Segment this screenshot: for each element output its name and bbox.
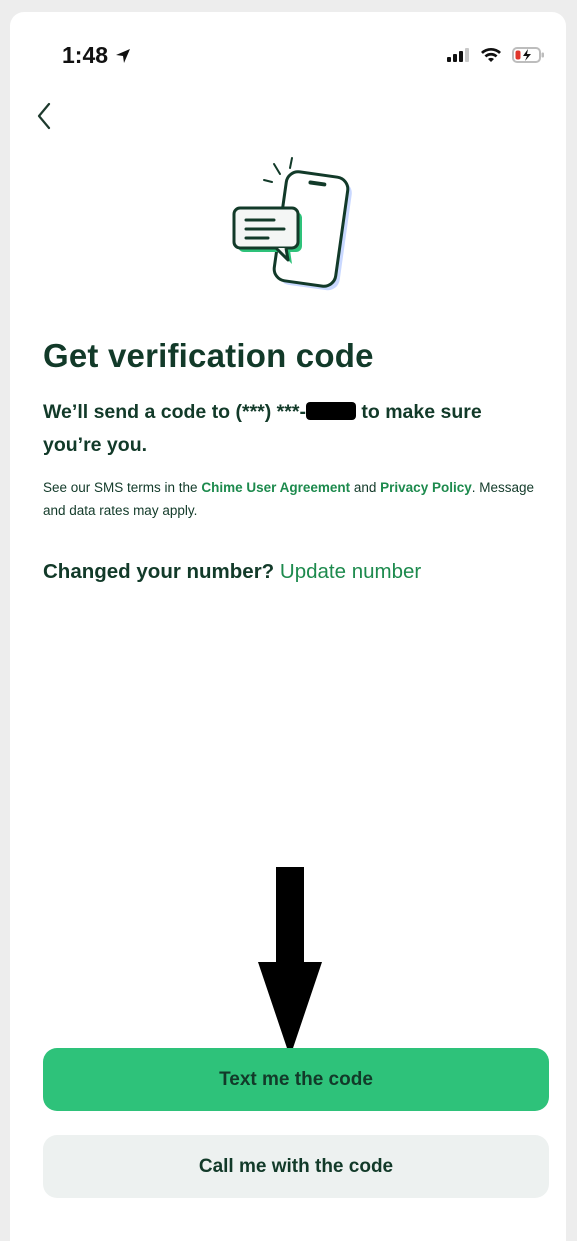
legal-and: and [350, 480, 381, 495]
changed-number-label: Changed your number? [43, 560, 280, 583]
app-screen: 1:48 Get verification code We’ll send a … [10, 12, 566, 1241]
chime-user-agreement-link[interactable]: Chime User Agreement [201, 480, 350, 495]
call-me-code-button[interactable]: Call me with the code [43, 1135, 549, 1198]
page-title: Get verification code [43, 337, 374, 374]
battery-charging-icon [512, 47, 544, 63]
location-arrow-icon [116, 48, 131, 63]
status-time: 1:48 [62, 42, 109, 68]
text-me-code-button[interactable]: Text me the code [43, 1048, 549, 1111]
subtitle-prefix: We’ll send a code to (***) ***- [43, 401, 306, 423]
text-me-code-label: Text me the code [219, 1068, 373, 1090]
sms-terms-text: See our SMS terms in the Chime User Agre… [43, 476, 543, 522]
update-number-link[interactable]: Update number [280, 560, 421, 583]
legal-prefix: See our SMS terms in the [43, 480, 202, 495]
signal-icon [447, 48, 469, 62]
back-button[interactable] [28, 98, 60, 134]
privacy-policy-link[interactable]: Privacy Policy [380, 480, 472, 495]
wifi-icon [481, 47, 501, 62]
call-me-code-label: Call me with the code [198, 1155, 394, 1177]
redacted-phone-digits [305, 402, 356, 420]
verification-description: We’ll send a code to (***) ***- to make … [43, 396, 523, 462]
status-bar-icons [446, 46, 546, 64]
changed-number-row: Changed your number? Update number [43, 560, 421, 584]
down-arrow-annotation [258, 867, 322, 1057]
phone-message-illustration [232, 157, 352, 291]
back-chevron-icon [37, 102, 51, 130]
status-bar-time: 1:48 [62, 42, 132, 69]
